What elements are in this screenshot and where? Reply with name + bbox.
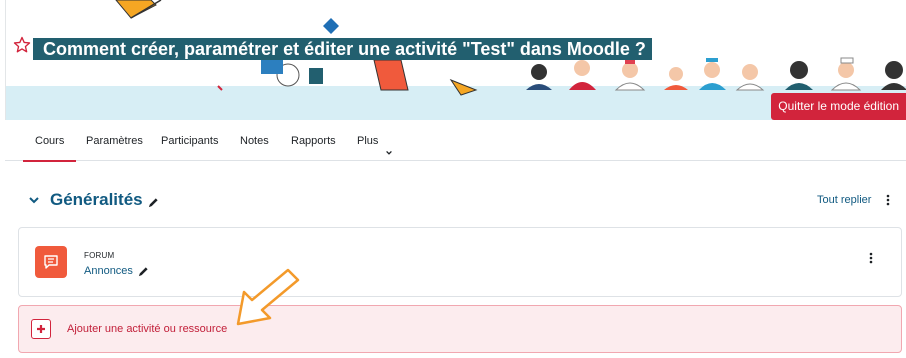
section-title[interactable]: Généralités (50, 190, 143, 210)
speech-bubble-icon (44, 255, 58, 269)
activity-type-label: FORUM (84, 251, 115, 260)
activity-name-row: Annonces (84, 265, 149, 277)
add-activity-label[interactable]: Ajouter une activité ou ressource (67, 323, 227, 335)
section-header: Généralités (28, 190, 159, 210)
pencil-icon[interactable] (138, 266, 149, 277)
activity-card: FORUM Annonces (18, 227, 902, 297)
collapse-all-link[interactable]: Tout replier (817, 194, 871, 206)
add-activity-button[interactable]: Ajouter une activité ou ressource (18, 305, 902, 353)
annotation-arrow-icon (236, 268, 300, 326)
forum-icon (35, 246, 67, 278)
course-tabs: Cours Paramètres Participants Notes Rapp… (5, 121, 906, 162)
moodle-course-page: Comment créer, paramétrer et éditer une … (0, 0, 906, 358)
activity-menu-kebab-icon[interactable] (869, 252, 873, 264)
collapse-chevron-icon[interactable] (28, 194, 40, 206)
tab-plus[interactable]: Plus (357, 135, 378, 147)
plus-icon[interactable] (31, 319, 51, 339)
quit-edit-mode-button[interactable]: Quitter le mode édition (771, 93, 906, 120)
page-title: Comment créer, paramétrer et éditer une … (33, 38, 652, 60)
activity-name-link[interactable]: Annonces (84, 265, 133, 277)
star-outline-icon[interactable] (13, 36, 31, 54)
chevron-down-icon[interactable] (385, 149, 393, 157)
section-menu-kebab-icon[interactable] (886, 194, 890, 206)
tab-cours[interactable]: Cours (22, 135, 77, 162)
tab-parametres[interactable]: Paramètres (86, 135, 143, 147)
tab-notes[interactable]: Notes (240, 135, 269, 147)
tab-participants[interactable]: Participants (161, 135, 218, 147)
tab-rapports[interactable]: Rapports (291, 135, 336, 147)
course-banner: Comment créer, paramétrer et éditer une … (5, 0, 906, 120)
pencil-icon[interactable] (148, 197, 159, 208)
